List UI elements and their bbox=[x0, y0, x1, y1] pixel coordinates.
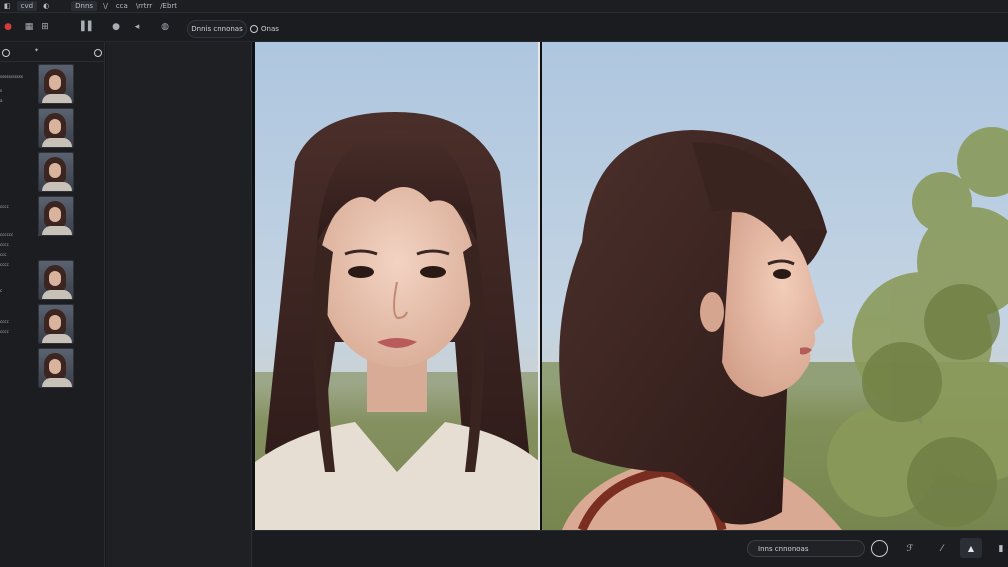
thumbnail[interactable] bbox=[38, 304, 74, 344]
photo-editor-window: ◧ cvd ◐ Dnns \/ cca \rrtrr /Ebrt ● ▦ ⊞ ▌… bbox=[0, 0, 1008, 567]
radio-icon bbox=[250, 25, 258, 33]
layers-panel-header: ✦ bbox=[0, 42, 105, 62]
menu-item-cvd[interactable]: cvd bbox=[16, 1, 38, 11]
sparkle-icon[interactable]: ✦ bbox=[34, 47, 39, 54]
layers-panel: ✦ sssssssssss s a cccc cccccc cccc ccc c… bbox=[0, 42, 105, 567]
menu-bar: ◧ cvd ◐ Dnns \/ cca \rrtrr /Ebrt bbox=[0, 0, 1008, 13]
list-item[interactable]: cccccc bbox=[0, 232, 38, 238]
toolbar: ● ▦ ⊞ ▌▌ ● ◂ ◍ bbox=[0, 13, 1008, 42]
bottom-toolbar: Inns cnnonoas ℱ ⁄ ▲ ▮ bbox=[252, 530, 1008, 567]
thumbnail[interactable] bbox=[38, 108, 74, 148]
brush-icon[interactable]: ● bbox=[110, 20, 122, 34]
list-item[interactable]: a bbox=[0, 98, 38, 104]
panel-radio-icon[interactable] bbox=[2, 49, 10, 57]
thumbnail[interactable] bbox=[38, 260, 74, 300]
list-item[interactable]: cccc bbox=[0, 329, 38, 335]
triangle-tool-icon[interactable]: ▲ bbox=[960, 538, 982, 558]
zoom-selector[interactable]: Inns cnnonoas bbox=[747, 540, 865, 557]
thumbnail[interactable] bbox=[38, 152, 74, 192]
list-item[interactable]: c bbox=[0, 288, 38, 294]
mode-selector[interactable]: Dnnis cnnonas bbox=[187, 20, 247, 38]
portrait-profile-image bbox=[542, 42, 1008, 530]
script-icon[interactable]: ℱ bbox=[902, 541, 918, 557]
image-canvas[interactable] bbox=[252, 42, 1008, 530]
list-item[interactable]: ccc bbox=[0, 252, 38, 258]
menu-item-view[interactable]: \rrtrr bbox=[132, 0, 156, 13]
list-item[interactable]: cccc bbox=[0, 262, 38, 268]
app-menu-icon[interactable]: ◧ bbox=[0, 0, 15, 13]
list-item[interactable]: s bbox=[0, 88, 38, 94]
mode-option[interactable]: Onas bbox=[250, 22, 279, 36]
thumbnail[interactable] bbox=[38, 348, 74, 388]
portrait-front-illustration bbox=[255, 112, 538, 530]
layout-icon[interactable]: ⊞ bbox=[38, 20, 52, 34]
panel-toggle-icon[interactable]: ▌▌ bbox=[81, 20, 95, 34]
pin-icon[interactable]: ◂ bbox=[131, 20, 143, 34]
thumbnail[interactable] bbox=[38, 196, 74, 236]
grid-icon[interactable]: ▦ bbox=[22, 20, 36, 34]
menu-item-cca[interactable]: cca bbox=[112, 0, 132, 13]
record-circle-icon[interactable] bbox=[871, 540, 888, 557]
properties-panel bbox=[106, 42, 252, 567]
pen-icon[interactable]: ⁄ bbox=[934, 541, 950, 557]
theme-icon[interactable]: ◐ bbox=[39, 0, 53, 13]
menu-item-dnns[interactable]: Dnns bbox=[71, 1, 98, 11]
menu-item-edit[interactable]: /Ebrt bbox=[156, 0, 181, 13]
list-item[interactable]: cccc bbox=[0, 204, 38, 210]
globe-icon[interactable]: ◍ bbox=[158, 20, 172, 34]
portrait-profile-illustration bbox=[542, 127, 1008, 530]
panel-options-icon[interactable] bbox=[94, 49, 102, 57]
thumbnail[interactable] bbox=[38, 64, 74, 104]
list-item[interactable]: sssssssssss bbox=[0, 74, 38, 80]
list-item[interactable]: cccc bbox=[0, 242, 38, 248]
list-item[interactable]: cccc bbox=[0, 319, 38, 325]
portrait-front-image bbox=[255, 42, 540, 530]
record-icon[interactable]: ● bbox=[2, 20, 14, 34]
trash-icon[interactable]: ▮ bbox=[996, 541, 1006, 557]
split-icon[interactable]: \/ bbox=[99, 0, 112, 13]
mode-option-label: Onas bbox=[261, 25, 279, 33]
